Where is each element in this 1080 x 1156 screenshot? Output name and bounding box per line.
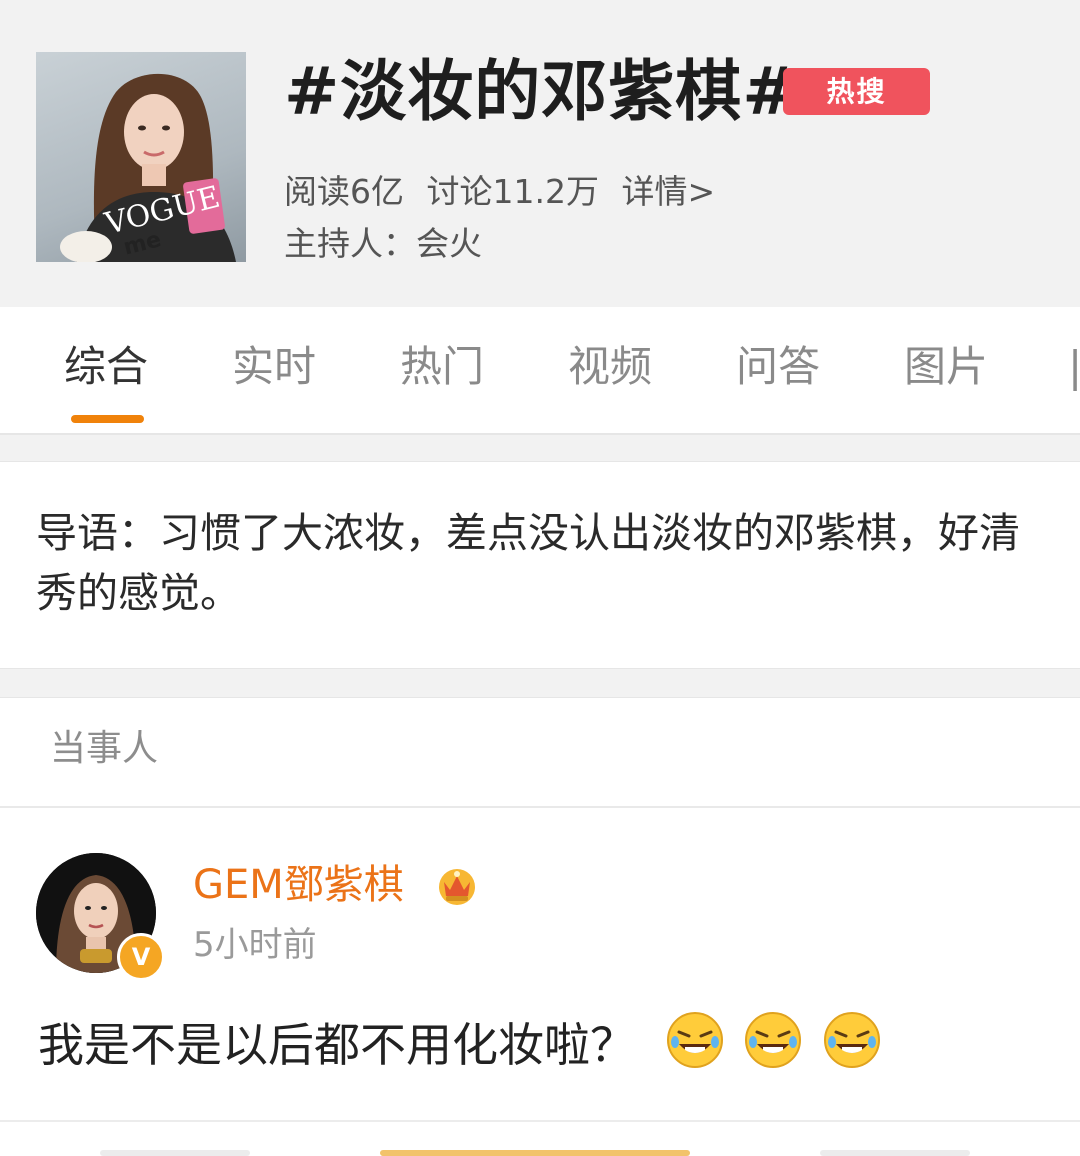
- discuss-count: 讨论11.2万: [426, 172, 599, 211]
- laughing-emoji-icon: [665, 1010, 725, 1087]
- tab-video[interactable]: 视频: [568, 337, 652, 397]
- post-text: 我是不是以后都不用化妆啦？: [38, 1018, 636, 1072]
- tab-realtime[interactable]: 实时: [232, 337, 316, 397]
- post-time: 5小时前: [193, 925, 317, 965]
- topic-cover-image[interactable]: VOGUE me: [36, 52, 246, 262]
- divider: [0, 806, 1080, 808]
- verified-icon: V: [117, 933, 165, 981]
- post-user-name[interactable]: GEM鄧紫棋: [193, 858, 404, 912]
- topic-host[interactable]: 主持人：会火: [284, 220, 482, 268]
- read-count: 阅读6亿: [284, 172, 404, 211]
- topic-stats: 阅读6亿 讨论11.2万 详情>: [284, 168, 727, 216]
- laughing-emoji-icon: [822, 1010, 882, 1087]
- crown-icon[interactable]: [434, 862, 480, 908]
- cover-photo-illustration: VOGUE me: [60, 73, 236, 262]
- tab-overflow-partial[interactable]: |: [1068, 337, 1080, 397]
- post-text-line: 我是不是以后都不用化妆啦？: [38, 1010, 886, 1076]
- section-label: 当事人: [50, 728, 159, 769]
- tab-hot[interactable]: 热门: [400, 337, 484, 397]
- topic-intro: 导语：习惯了大浓妆，差点没认出淡妆的邓紫棋，好清秀的感觉。: [36, 509, 1020, 617]
- action-placeholder[interactable]: [820, 1150, 970, 1156]
- tab-bar: 综合 实时 热门 视频 问答 图片 |: [0, 307, 1080, 435]
- section-gap: [0, 668, 1080, 698]
- emoji-group: [665, 1010, 886, 1087]
- hot-search-badge: 热搜: [783, 68, 930, 115]
- active-tab-indicator: [71, 415, 144, 423]
- tab-pictures[interactable]: 图片: [904, 337, 988, 397]
- details-link[interactable]: 详情>: [621, 172, 715, 211]
- action-placeholder[interactable]: [380, 1150, 690, 1156]
- tab-comprehensive[interactable]: 综合: [64, 337, 148, 397]
- section-gap: [0, 435, 1080, 462]
- action-placeholder[interactable]: [100, 1150, 250, 1156]
- topic-header: VOGUE me #淡妆的邓紫棋# 热搜 阅读6亿 讨论11.2万 详情> 主持…: [0, 0, 1080, 307]
- post-action-bar: [0, 1122, 1080, 1156]
- topic-title: #淡妆的邓紫棋#: [284, 53, 799, 130]
- laughing-emoji-icon: [743, 1010, 803, 1087]
- tab-qa[interactable]: 问答: [736, 337, 820, 397]
